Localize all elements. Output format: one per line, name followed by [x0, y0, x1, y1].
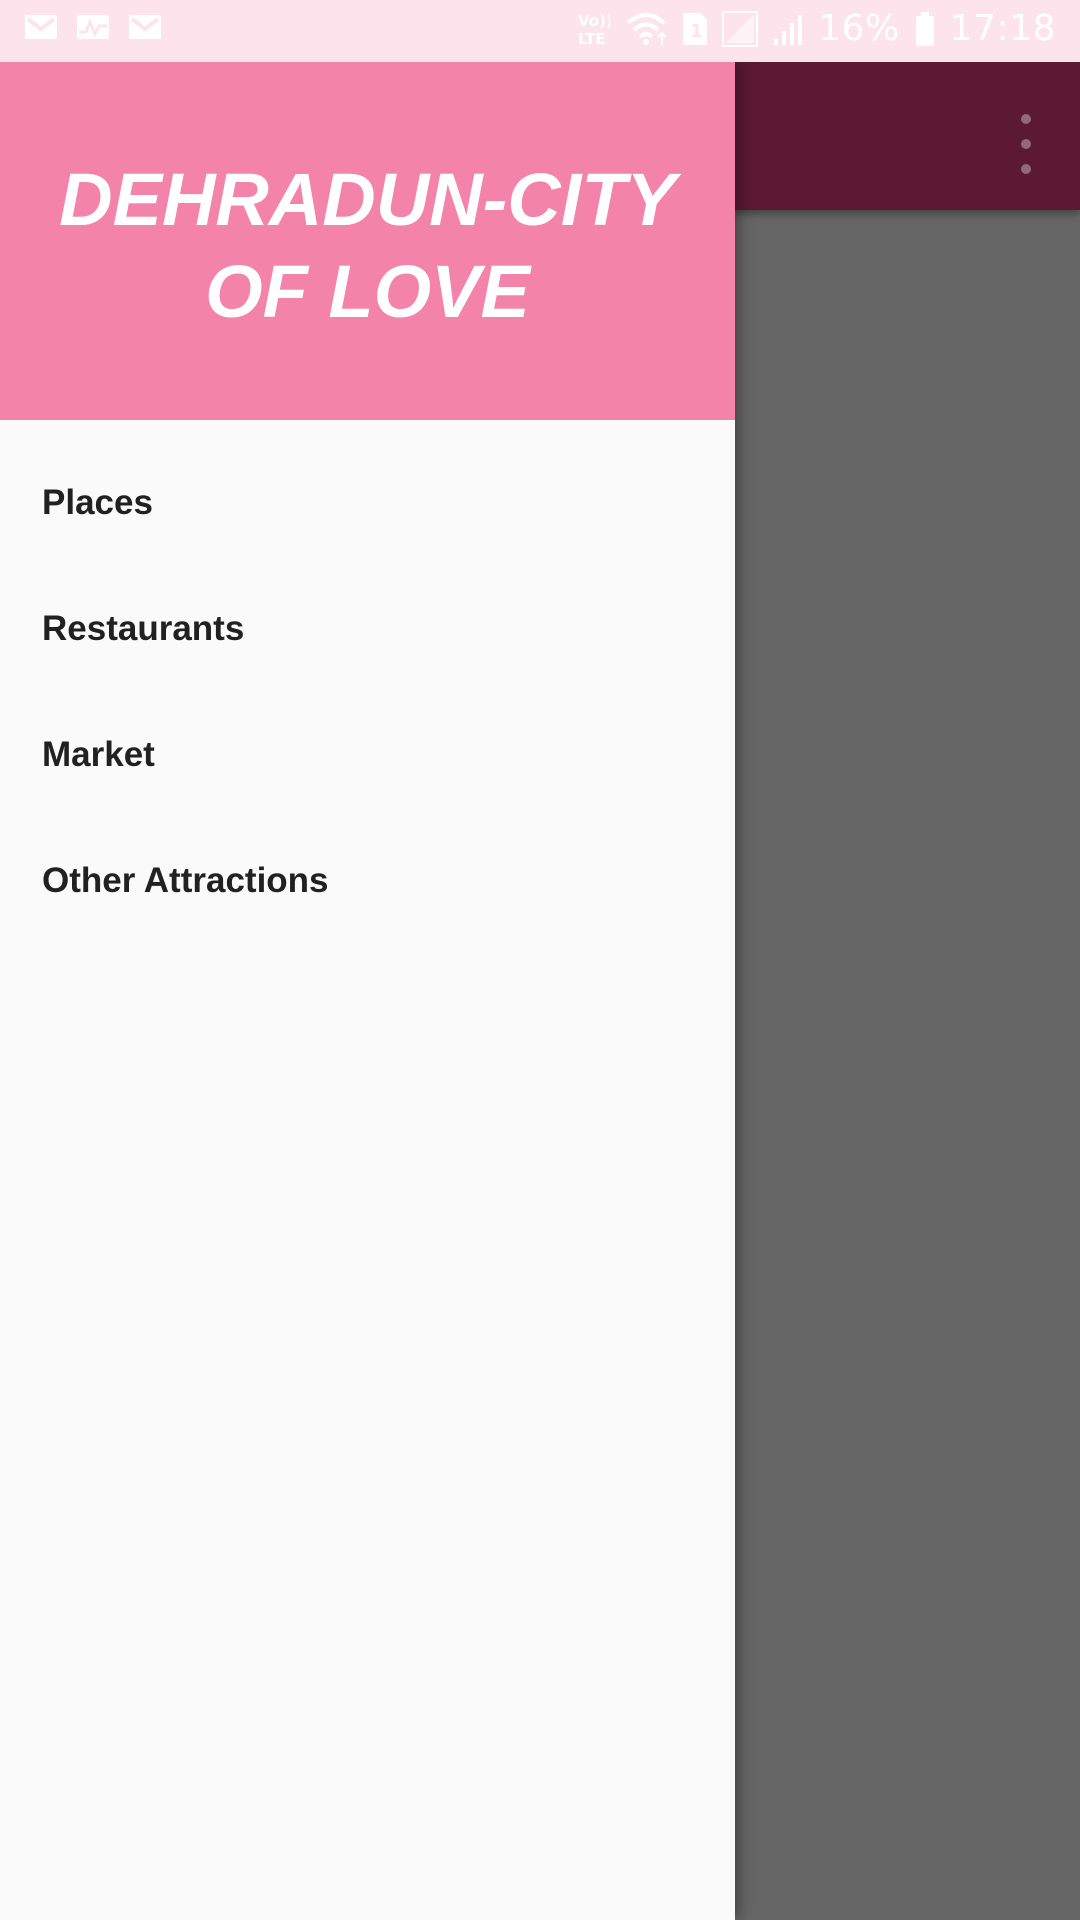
menu-item-restaurants[interactable]: Restaurants	[0, 566, 735, 692]
svg-text:LTE: LTE	[578, 30, 606, 48]
wifi-icon	[626, 12, 667, 45]
activity-icon	[77, 15, 109, 39]
signal-sim2-icon	[774, 14, 803, 45]
drawer-title: DEHRADUN-CITY OF LOVE	[59, 158, 676, 333]
drawer-header: DEHRADUN-CITY OF LOVE	[0, 62, 735, 420]
signal-sim1-icon	[722, 10, 759, 47]
battery-percent: 16%	[818, 8, 900, 49]
status-bar: Vo)) LTE 1 16% 17:18	[0, 0, 1080, 62]
system-status-icons: Vo)) LTE 1 16% 17:18	[576, 8, 1056, 49]
battery-icon	[915, 11, 934, 46]
overflow-menu-icon[interactable]	[1016, 114, 1036, 174]
svg-text:1: 1	[690, 21, 703, 42]
volte-icon: Vo)) LTE	[578, 12, 610, 48]
sim-1-icon: 1	[683, 12, 708, 45]
gmail-icon	[25, 15, 57, 39]
drawer-menu: Places Restaurants Market Other Attracti…	[0, 440, 735, 944]
status-time: 17:18	[949, 8, 1056, 49]
navigation-drawer: DEHRADUN-CITY OF LOVE Places Restaurants…	[0, 62, 735, 1920]
gmail-icon	[129, 15, 161, 39]
menu-item-market[interactable]: Market	[0, 692, 735, 818]
svg-text:Vo)): Vo))	[578, 12, 610, 30]
notification-icons	[24, 14, 162, 40]
menu-item-places[interactable]: Places	[0, 440, 735, 566]
menu-item-other-attractions[interactable]: Other Attractions	[0, 818, 735, 944]
